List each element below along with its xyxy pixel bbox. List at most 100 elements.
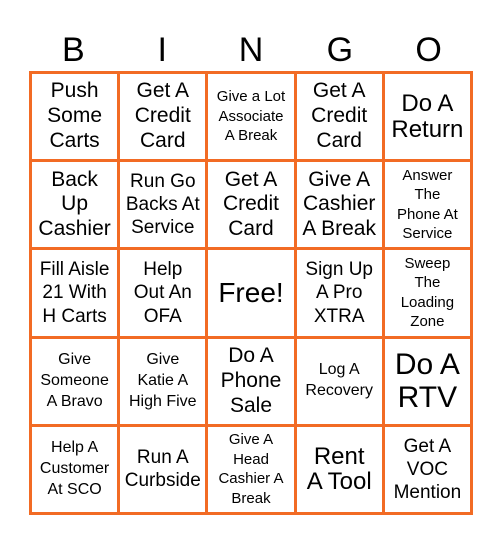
cell-text: Push Some Carts: [47, 79, 102, 153]
cell-text-line: Do A: [228, 344, 274, 368]
cell-text-line: Service: [402, 225, 453, 243]
bingo-cell[interactable]: Get A Credit Card: [208, 162, 294, 248]
bingo-cell[interactable]: Give A Cashier A Break: [296, 162, 382, 248]
cell-text-line: Curbside: [124, 470, 201, 492]
cell-text-line: Back: [51, 167, 98, 191]
cell-text-line: High Five: [129, 392, 197, 410]
bingo-cell[interactable]: Do A Return: [384, 74, 470, 160]
cell-text-line: XTRA: [313, 305, 365, 327]
header-letter-b: B: [62, 31, 85, 69]
bingo-cell[interactable]: Answer The Phone At Service: [384, 162, 470, 248]
cell-text: Free!: [218, 277, 283, 308]
cell-text-line: Push: [50, 79, 99, 103]
cell-text: Log A Recovery: [305, 360, 373, 402]
cell-text-line: RTV: [397, 381, 458, 415]
cell-text-line: VOC: [406, 458, 448, 480]
header-letter-o: O: [415, 31, 442, 69]
bingo-cell[interactable]: Sign Up A Pro XTRA: [296, 250, 382, 336]
cell-text-line: The: [414, 186, 441, 204]
bingo-cell[interactable]: Push Some Carts: [32, 74, 118, 160]
cell-text: Do A Return: [391, 90, 464, 143]
cell-text-line: Give: [146, 351, 180, 368]
bingo-grid: Push Some Carts Get A Credit Card Give a Lot…: [29, 71, 473, 515]
bingo-cell[interactable]: Run Go Backs At Service: [120, 162, 206, 248]
cell-text-line: Sign Up: [305, 259, 373, 281]
cell-text-line: Break: [231, 489, 271, 507]
cell-text: Rent A Tool: [306, 443, 372, 496]
cell-text-line: Card: [228, 217, 274, 241]
header-letter-i: I: [157, 31, 167, 69]
cell-text: Give A Head Cashier A Break: [218, 430, 283, 508]
bingo-cell[interactable]: Give Katie A High Five: [120, 338, 206, 424]
cell-text-line: Run Go: [130, 171, 196, 193]
bingo-cell[interactable]: Back Up Cashier: [32, 162, 118, 248]
cell-text-line: Help A: [51, 439, 99, 457]
cell-text-line: Cashier A: [218, 470, 284, 488]
cell-text-line: Get A: [403, 435, 452, 457]
cell-text-line: Sweep: [404, 254, 451, 272]
bingo-cell[interactable]: Help A Customer At SCO: [32, 426, 118, 512]
cell-text-line: Give: [58, 351, 92, 368]
cell-text-line: The: [414, 274, 441, 292]
bingo-cell[interactable]: Do A RTV: [384, 338, 470, 424]
cell-text-line: Get A: [136, 79, 190, 103]
bingo-cell[interactable]: Sweep The Loading Zone: [384, 250, 470, 336]
cell-text-line: Get A: [224, 167, 278, 191]
free-space[interactable]: Free!: [208, 250, 294, 336]
cell-text: Get A Credit Card: [311, 79, 367, 153]
bingo-cell[interactable]: Do A Phone Sale: [208, 338, 294, 424]
cell-text-line: OFA: [143, 305, 182, 327]
cell-text-line: At SCO: [47, 480, 102, 498]
bingo-cell[interactable]: Help Out An OFA: [120, 250, 206, 336]
cell-text-line: Sale: [229, 393, 272, 417]
cell-text: Get A VOC Mention: [394, 435, 462, 505]
cell-text-line: Do A: [394, 348, 460, 382]
cell-text-line: Return: [391, 115, 464, 143]
cell-text-line: Run A: [136, 447, 189, 469]
cell-text-line: A Break: [302, 217, 376, 241]
cell-text: Sweep The Loading Zone: [401, 254, 454, 332]
cell-text-line: Zone: [410, 313, 445, 331]
cell-text: Give Someone A Bravo: [40, 350, 109, 412]
cell-text-line: Head: [233, 450, 269, 468]
cell-text-line: H Carts: [42, 305, 107, 327]
cell-text-line: Give A: [228, 431, 274, 449]
cell-text-line: Cashier: [38, 217, 111, 241]
cell-text-line: Give A: [308, 167, 371, 191]
bingo-cell[interactable]: Get A Credit Card: [296, 74, 382, 160]
cell-text-line: Recovery: [305, 382, 373, 400]
cell-text-line: Rent: [313, 443, 365, 471]
bingo-cell[interactable]: Give a Lot Associate A Break: [208, 74, 294, 160]
cell-text-line: Credit: [134, 104, 191, 128]
cell-text: Give A Cashier A Break: [302, 168, 376, 242]
bingo-cell[interactable]: Give A Head Cashier A Break: [208, 426, 294, 512]
cell-text-line: A Tool: [306, 468, 372, 496]
bingo-cell[interactable]: Get A Credit Card: [120, 74, 206, 160]
bingo-cell[interactable]: Run A Curbside: [120, 426, 206, 512]
cell-text-line: A Break: [224, 127, 278, 145]
bingo-header: B I N G O: [29, 28, 473, 72]
cell-text: Get A Credit Card: [135, 79, 191, 153]
cell-text: Fill Aisle 21 With H Carts: [40, 258, 110, 328]
cell-text-line: Katie A: [137, 371, 189, 389]
cell-text-line: A Pro: [315, 282, 363, 304]
bingo-cell[interactable]: Fill Aisle 21 With H Carts: [32, 250, 118, 336]
bingo-cell[interactable]: Log A Recovery: [296, 338, 382, 424]
bingo-cell[interactable]: Get A VOC Mention: [384, 426, 470, 512]
cell-text-line: Do A: [401, 90, 454, 118]
bingo-cell[interactable]: Rent A Tool: [296, 426, 382, 512]
cell-text-line: Give a Lot: [216, 88, 286, 106]
cell-text-line: Card: [140, 128, 186, 152]
cell-text-line: A Bravo: [46, 392, 103, 410]
cell-text-line: Credit: [222, 192, 279, 216]
cell-text-line: Cashier: [303, 192, 376, 216]
cell-text-line: Free!: [218, 277, 284, 309]
header-letter-g: G: [326, 31, 354, 69]
cell-text-line: Service: [131, 217, 195, 239]
cell-text: Run Go Backs At Service: [126, 170, 200, 240]
cell-text-line: Phone At: [396, 205, 458, 223]
cell-text-line: Carts: [49, 128, 100, 152]
cell-text-line: Fill Aisle: [39, 259, 110, 281]
cell-text: Help Out An OFA: [134, 258, 192, 328]
bingo-cell[interactable]: Give Someone A Bravo: [32, 338, 118, 424]
